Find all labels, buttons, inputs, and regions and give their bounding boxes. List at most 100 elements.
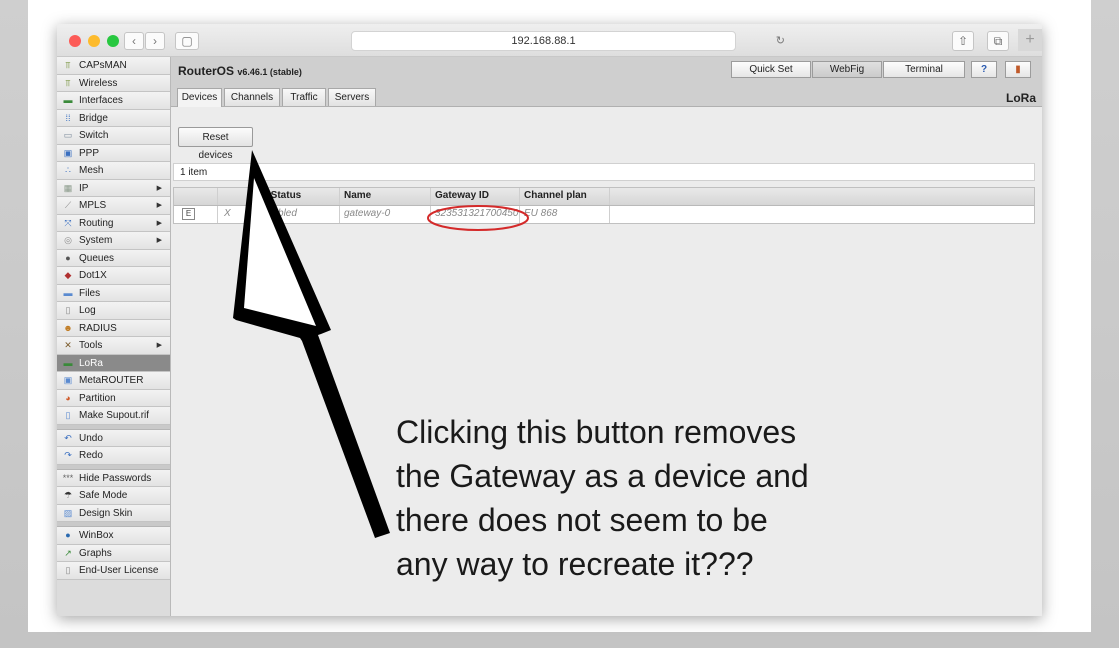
- close-window-button[interactable]: [69, 35, 81, 47]
- mpls-icon: ⟋: [64, 200, 72, 210]
- annotation-line: there does not seem to be: [396, 502, 768, 538]
- sidebar-item-label: Files: [79, 287, 101, 299]
- header-status[interactable]: ▲ Status: [254, 188, 340, 205]
- tabs-button[interactable]: ⧉: [987, 31, 1009, 51]
- help-button[interactable]: ?: [971, 61, 997, 78]
- back-button[interactable]: ‹: [124, 32, 144, 50]
- sidebar-item-graphs[interactable]: ↗ Graphs: [57, 544, 170, 562]
- quick-set-button[interactable]: Quick Set: [731, 61, 811, 78]
- sidebar-item-winbox[interactable]: ● WinBox: [57, 527, 170, 545]
- ppp-icon: ▣: [63, 147, 73, 158]
- ip-icon: ▦: [63, 182, 73, 193]
- forward-button[interactable]: ›: [145, 32, 165, 50]
- submenu-arrow-icon: ▶: [156, 342, 162, 349]
- sidebar-item-label: Queues: [79, 252, 115, 264]
- tab-channels[interactable]: Channels: [224, 88, 280, 106]
- sidebar-item-make-supout-rif[interactable]: ▯ Make Supout.rif: [57, 407, 170, 425]
- sidebar-item-label: Dot1X: [79, 270, 107, 281]
- switch-icon: ▭: [63, 130, 73, 140]
- row-gateway-id: 323531321700450: [431, 206, 520, 223]
- tab-devices[interactable]: Devices: [177, 88, 222, 107]
- webfig-button[interactable]: WebFig: [812, 61, 882, 78]
- sidebar-item-safe-mode[interactable]: ☂ Safe Mode: [57, 487, 170, 505]
- header-channel-plan[interactable]: Channel plan: [520, 188, 610, 205]
- tabs-icon: ⧉: [993, 34, 1003, 48]
- sidebar-item-mesh[interactable]: ∴ Mesh: [57, 162, 170, 180]
- sidebar-item-label: PPP: [79, 147, 100, 159]
- header-name[interactable]: Name: [340, 188, 431, 205]
- logout-button[interactable]: ▮: [1005, 61, 1031, 78]
- sidebar-toggle-button[interactable]: ▢: [175, 32, 199, 50]
- sidebar-item-label: Mesh: [79, 165, 104, 176]
- reload-icon[interactable]: ↻: [776, 32, 785, 51]
- browser-titlebar: ‹ › ▢ 192.168.88.1 ↻ ⇧ ⧉ +: [57, 24, 1042, 57]
- edit-icon[interactable]: E: [182, 208, 195, 220]
- help-icon: ?: [980, 64, 988, 75]
- annotation-line: any way to recreate it???: [396, 546, 754, 582]
- sidebar-item-hide-passwords[interactable]: *** Hide Passwords: [57, 469, 170, 487]
- sidebar-item-label: Routing: [79, 217, 114, 229]
- sidebar-item-label: Bridge: [79, 112, 108, 124]
- sidebar-item-ip[interactable]: ▦ IP ▶: [57, 179, 170, 197]
- sidebar-item-bridge[interactable]: ⁞⁞ Bridge: [57, 109, 170, 127]
- sidebar-item-label: LoRa: [79, 357, 103, 369]
- sidebar-item-label: Partition: [79, 392, 116, 404]
- sidebar-item-lora[interactable]: ▬ LoRa: [57, 354, 170, 372]
- sidebar-item-label: Graphs: [79, 547, 112, 559]
- sidebar-item-mpls[interactable]: ⟋ MPLS ▶: [57, 197, 170, 215]
- sidebar-item-radius[interactable]: ☻ RADIUS: [57, 319, 170, 337]
- safe-mode-icon: ☂: [63, 490, 73, 500]
- header-gateway-id[interactable]: Gateway ID: [431, 188, 520, 205]
- submenu-arrow-icon: ▶: [156, 202, 162, 209]
- sidebar-item-ppp[interactable]: ▣ PPP: [57, 144, 170, 162]
- tab-servers[interactable]: Servers: [328, 88, 376, 106]
- tools-icon: ✕: [64, 340, 72, 350]
- row-name: gateway-0: [340, 206, 431, 223]
- antenna-icon: ⫪: [65, 77, 71, 88]
- sidebar-item-label: Log: [79, 305, 96, 316]
- sidebar-item-log[interactable]: ▯ Log: [57, 302, 170, 320]
- metarouter-icon: ▣: [63, 375, 73, 385]
- zoom-window-button[interactable]: [107, 35, 119, 47]
- mesh-icon: ∴: [65, 165, 71, 175]
- sidebar-item-capsman[interactable]: ⫪ CAPsMAN: [57, 57, 170, 75]
- sidebar-item-redo[interactable]: ↷ Redo: [57, 447, 170, 465]
- sidebar-item-label: Design Skin: [79, 507, 133, 519]
- sidebar-item-label: Safe Mode: [79, 490, 128, 501]
- sidebar-item-dot1x[interactable]: ◆ Dot1X: [57, 267, 170, 285]
- winbox-icon: ●: [65, 530, 71, 540]
- logout-icon: ▮: [1015, 64, 1021, 75]
- sidebar-item-routing[interactable]: ⤧ Routing ▶: [57, 214, 170, 232]
- sidebar-item-partition[interactable]: ◕ Partition: [57, 389, 170, 407]
- sidebar-item-label: Hide Passwords: [79, 472, 152, 484]
- sidebar-item-files[interactable]: ▬ Files: [57, 284, 170, 302]
- product-version: v6.46.1 (stable): [237, 67, 302, 77]
- antenna-icon: ⫪: [65, 60, 71, 70]
- sidebar-item-end-user-license[interactable]: ▯ End-User License: [57, 562, 170, 580]
- minimize-window-button[interactable]: [88, 35, 100, 47]
- panel-title: LoRa: [1006, 91, 1036, 105]
- sidebar-item-queues[interactable]: ● Queues: [57, 249, 170, 267]
- sidebar-item-interfaces[interactable]: ▬ Interfaces: [57, 92, 170, 110]
- hide-passwords-icon: ***: [62, 472, 74, 483]
- sidebar-item-tools[interactable]: ✕ Tools ▶: [57, 337, 170, 355]
- sidebar-item-switch[interactable]: ▭ Switch: [57, 127, 170, 145]
- terminal-button[interactable]: Terminal: [883, 61, 965, 78]
- reset-devices-button[interactable]: Reset devices: [178, 127, 253, 161]
- address-bar[interactable]: 192.168.88.1 ↻: [351, 31, 785, 51]
- sidebar-item-label: Undo: [79, 432, 103, 444]
- sidebar-item-design-skin[interactable]: ▨ Design Skin: [57, 504, 170, 522]
- share-button[interactable]: ⇧: [952, 31, 974, 51]
- sidebar-item-undo[interactable]: ↶ Undo: [57, 429, 170, 447]
- new-tab-button[interactable]: +: [1018, 29, 1042, 51]
- sidebar-item-system[interactable]: ◎ System ▶: [57, 232, 170, 250]
- table-row[interactable]: E X Disabled gateway-0 323531321700450 E…: [174, 206, 1034, 223]
- supout-icon: ▯: [65, 410, 71, 420]
- row-status: Disabled: [254, 206, 340, 223]
- sidebar-item-metarouter[interactable]: ▣ MetaROUTER: [57, 372, 170, 390]
- tab-traffic[interactable]: Traffic: [282, 88, 326, 106]
- sidebar-item-wireless[interactable]: ⫪ Wireless: [57, 74, 170, 92]
- sidebar-item-label: MPLS: [79, 200, 107, 211]
- devices-table: ▲ Status Name Gateway ID Channel plan E …: [173, 187, 1035, 224]
- row-edit[interactable]: E: [174, 206, 218, 223]
